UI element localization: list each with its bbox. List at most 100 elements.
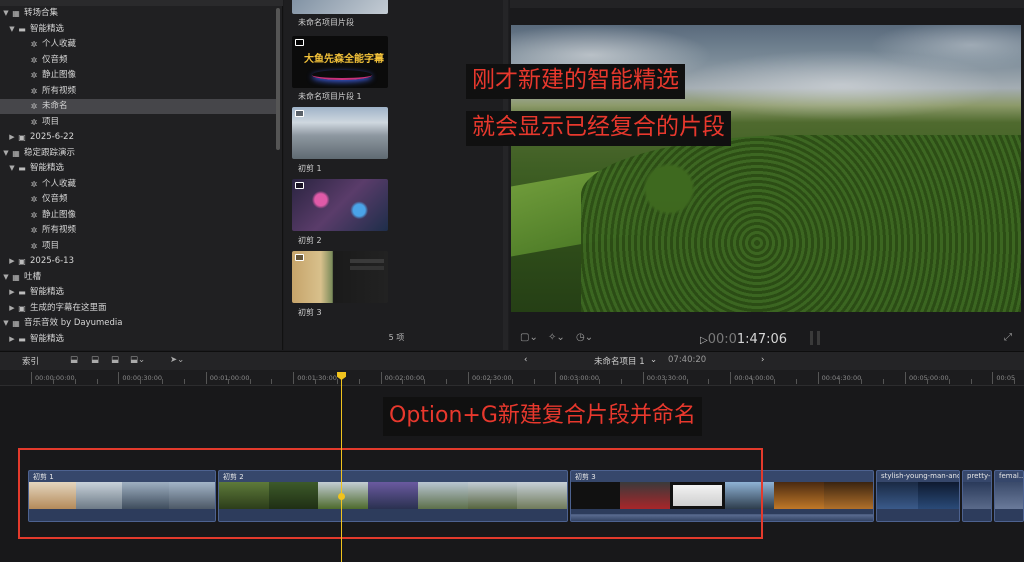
overwrite-clip-icon[interactable]: ⬓⌄ bbox=[130, 355, 145, 365]
forest-hill bbox=[581, 135, 1021, 312]
sidebar-item[interactable]: ✲ 静止图像 bbox=[0, 68, 276, 83]
clip-audio-lane bbox=[963, 509, 991, 521]
history-back-button[interactable]: ‹ bbox=[524, 355, 527, 365]
clip-label: pretty-... bbox=[967, 472, 991, 480]
smart-collection-icon: ✲ bbox=[30, 71, 38, 80]
ruler-minor-tick bbox=[926, 379, 928, 384]
sidebar-item[interactable]: ✲ 仅音频 bbox=[0, 53, 276, 68]
browser-caption-2: 初剪 1 bbox=[298, 164, 322, 173]
timeline-toolbar: 索引 ⬓ ⬓ ⬓ ⬓⌄ ➤⌄ ‹ 未命名项目 1 ⌄ 07:40:20 › bbox=[0, 351, 1024, 370]
sidebar-item[interactable]: ✲ 所有视频 bbox=[0, 223, 276, 238]
sidebar-item[interactable]: ✲ 未命名 bbox=[0, 99, 276, 114]
sidebar-item[interactable]: ▼ ▦ 音乐音效 by Dayumedia bbox=[0, 316, 276, 331]
ruler-minor-tick bbox=[271, 379, 273, 384]
sidebar-item[interactable]: ▶ ▣ 2025-6-22 bbox=[0, 130, 276, 145]
sidebar-item[interactable]: ▶ ▬ 智能精选 bbox=[0, 285, 276, 300]
project-duration: 07:40:20 bbox=[668, 355, 707, 365]
sidebar-item[interactable]: ▶ ▣ 生成的字幕在这里面 bbox=[0, 301, 276, 316]
ruler-tick-label: 00:03:00:00 bbox=[559, 374, 600, 382]
sidebar-scrollbar[interactable] bbox=[276, 8, 280, 150]
sidebar-item[interactable]: ✲ 仅音频 bbox=[0, 192, 276, 207]
disclosure-closed-icon[interactable]: ▶ bbox=[8, 130, 16, 145]
sidebar-item-label: 仅音频 bbox=[42, 194, 68, 204]
playhead[interactable] bbox=[341, 372, 342, 562]
sidebar-item[interactable]: ▼ ▦ 转场合集 bbox=[0, 6, 276, 21]
browser-scrollbar[interactable] bbox=[503, 0, 508, 350]
ruler-minor-tick bbox=[358, 379, 360, 384]
sidebar-item[interactable]: ▶ ▬ 智能精选 bbox=[0, 332, 276, 347]
smart-collection-icon: ✲ bbox=[30, 86, 38, 96]
sidebar-item[interactable]: ✲ 项目 bbox=[0, 239, 276, 254]
thumb-ui-bar bbox=[350, 259, 384, 263]
timeline-ruler[interactable]: 00:00:00:00 00:00:30:00 00:01:00:00 00:01:3… bbox=[0, 370, 1024, 386]
ruler-tick bbox=[555, 372, 557, 384]
viewer-timecode[interactable]: ▷00:01:47:06 bbox=[700, 332, 787, 347]
smart-collection-icon: ✲ bbox=[30, 102, 38, 111]
disclosure-open-icon[interactable]: ▼ bbox=[8, 22, 16, 37]
smart-collection-icon: ✲ bbox=[30, 210, 38, 220]
project-name[interactable]: 未命名项目 1 bbox=[594, 355, 645, 367]
sidebar-item-label: 项目 bbox=[42, 240, 60, 251]
sidebar-item[interactable]: ▼ ▦ 稳定跟踪演示 bbox=[0, 146, 276, 161]
sidebar-item-label: 静止图像 bbox=[42, 70, 77, 80]
disclosure-open-icon[interactable]: ▼ bbox=[2, 6, 10, 21]
ruler-tick bbox=[118, 372, 120, 384]
ruler-tick-label: 00:00:30:00 bbox=[122, 374, 163, 382]
browser-thumb-2[interactable] bbox=[292, 107, 388, 159]
sidebar-item-label: 吐槽 bbox=[24, 271, 42, 282]
disclosure-closed-icon[interactable]: ▶ bbox=[8, 301, 16, 316]
sidebar-item-label: 2025-6-13 bbox=[30, 256, 74, 266]
browser-thumb-1[interactable]: 大鱼先森全能字幕 bbox=[292, 36, 388, 88]
ruler-minor-tick bbox=[52, 379, 54, 384]
sidebar-item-label: 个人收藏 bbox=[42, 178, 77, 189]
smart-collection-icon: ✲ bbox=[30, 55, 38, 65]
ruler-tick-label: 00:02:00:00 bbox=[384, 374, 425, 382]
ruler-minor-tick bbox=[599, 379, 601, 384]
ruler-minor-tick bbox=[948, 379, 950, 384]
sidebar-item[interactable]: ▼ ▦ 吐槽 bbox=[0, 270, 276, 285]
browser-thumb-0[interactable] bbox=[292, 0, 388, 14]
play-icon[interactable]: ▷ bbox=[700, 335, 708, 346]
insert-clip-icon[interactable]: ⬓ bbox=[91, 355, 99, 365]
disclosure-open-icon[interactable]: ▼ bbox=[8, 161, 16, 176]
sidebar-item-label: 转场合集 bbox=[24, 8, 59, 18]
sidebar-item[interactable]: ✲ 项目 bbox=[0, 115, 276, 130]
disclosure-open-icon[interactable]: ▼ bbox=[2, 270, 10, 285]
timeline-clip[interactable]: femal... bbox=[994, 470, 1024, 522]
disclosure-open-icon[interactable]: ▼ bbox=[2, 316, 10, 331]
sidebar-item[interactable]: ✲ 个人收藏 bbox=[0, 37, 276, 52]
project-menu-chevron[interactable]: ⌄ bbox=[650, 355, 657, 365]
ruler-minor-tick bbox=[511, 379, 513, 384]
index-button[interactable]: 索引 bbox=[22, 355, 39, 367]
enhance-wand-icon[interactable]: ✧⌄ bbox=[548, 332, 565, 343]
browser-caption-1: 未命名项目片段 1 bbox=[298, 92, 362, 101]
timeline-clip[interactable]: stylish-young-man-and... bbox=[876, 470, 960, 522]
folder-icon: ▬ bbox=[18, 24, 26, 34]
disclosure-closed-icon[interactable]: ▶ bbox=[8, 332, 16, 347]
sidebar-item[interactable]: ✲ 静止图像 bbox=[0, 208, 276, 223]
connect-clip-icon[interactable]: ⬓ bbox=[70, 355, 78, 365]
disclosure-closed-icon[interactable]: ▶ bbox=[8, 254, 16, 269]
transform-icon[interactable]: ▢⌄ bbox=[520, 332, 538, 343]
library-icon: ▦ bbox=[12, 272, 20, 282]
timeline-clip[interactable]: pretty-... bbox=[962, 470, 992, 522]
sidebar-item[interactable]: ▶ ▣ 2025-6-13 bbox=[0, 254, 276, 269]
sidebar-item-label: 2025-6-22 bbox=[30, 132, 74, 142]
sidebar-item[interactable]: ✲ 所有视频 bbox=[0, 84, 276, 99]
browser-thumb-3[interactable] bbox=[292, 179, 388, 231]
sidebar-item[interactable]: ✲ 个人收藏 bbox=[0, 177, 276, 192]
select-tool-icon[interactable]: ➤⌄ bbox=[170, 355, 184, 365]
ruler-tick-label: 00:01:30:00 bbox=[297, 374, 337, 382]
sidebar-item-label: 项目 bbox=[42, 116, 60, 127]
fullscreen-icon[interactable]: ⤢ bbox=[1004, 332, 1012, 343]
disclosure-open-icon[interactable]: ▼ bbox=[2, 146, 10, 161]
sidebar-item[interactable]: ▼ ▬ 智能精选 bbox=[0, 22, 276, 37]
history-forward-button[interactable]: › bbox=[761, 355, 764, 365]
ruler-minor-tick bbox=[74, 379, 76, 384]
speed-gauge-icon[interactable]: ◷⌄ bbox=[576, 332, 593, 343]
sidebar-item[interactable]: ▼ ▬ 智能精选 bbox=[0, 161, 276, 176]
append-clip-icon[interactable]: ⬓ bbox=[111, 355, 119, 365]
ruler-tick bbox=[380, 372, 382, 384]
disclosure-closed-icon[interactable]: ▶ bbox=[8, 285, 16, 300]
browser-thumb-4[interactable] bbox=[292, 251, 388, 303]
